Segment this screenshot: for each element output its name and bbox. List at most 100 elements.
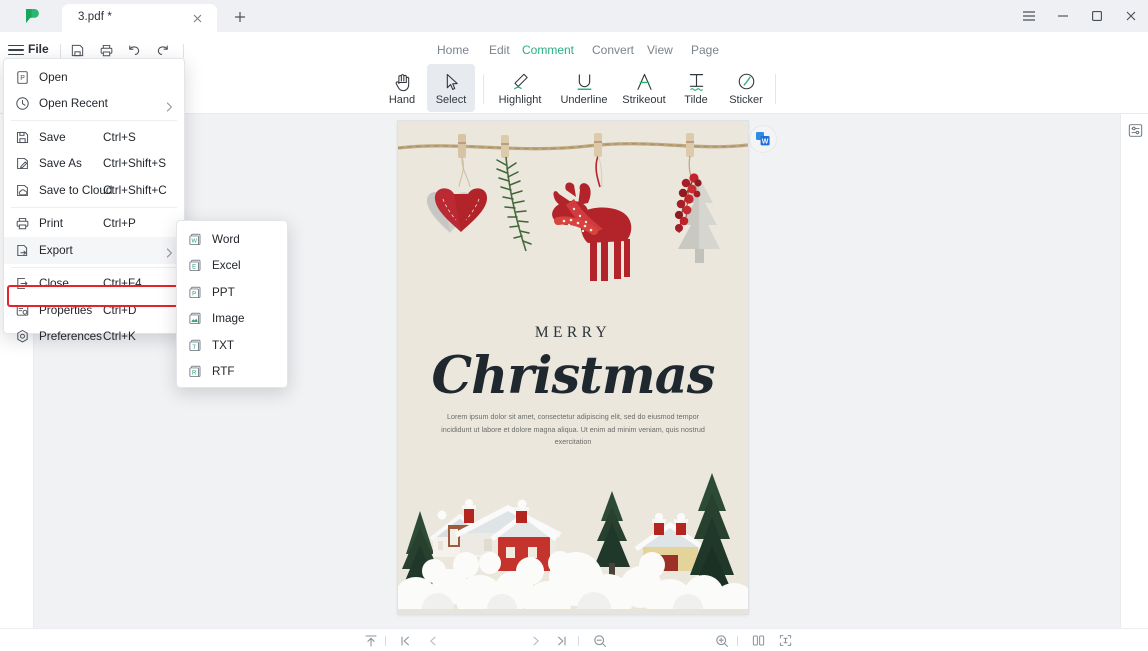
menu-item-label: Close (39, 277, 69, 291)
txt-file-icon: T (187, 337, 204, 354)
prev-page-button[interactable] (425, 632, 441, 649)
export-option-label: Excel (212, 259, 241, 273)
menu-item-label: Open Recent (39, 97, 108, 111)
two-page-view-icon (752, 635, 764, 646)
properties-icon (14, 302, 31, 319)
tab-title: 3.pdf * (78, 11, 112, 23)
window-controls (1012, 0, 1148, 32)
tool-highlight[interactable]: Highlight (496, 64, 544, 112)
menu-item-save-as[interactable]: Save As Ctrl+Shift+S (4, 151, 184, 178)
window-menu-button[interactable] (1012, 0, 1046, 32)
heading-merry: MERRY (534, 324, 612, 341)
new-tab-button[interactable] (230, 7, 250, 27)
divider (775, 74, 776, 104)
menu-item-label: Export (39, 243, 73, 257)
tab-comment[interactable]: Comment (522, 43, 575, 66)
fit-screen-icon (779, 635, 791, 646)
convert-to-word-button[interactable]: W (750, 126, 776, 152)
svg-text:R: R (192, 371, 197, 377)
last-page-button[interactable] (554, 632, 570, 649)
next-page-button[interactable] (528, 632, 544, 649)
tab-page[interactable]: Page (691, 43, 719, 62)
tab-close-icon[interactable] (189, 10, 205, 26)
tool-label: Underline (560, 94, 608, 106)
menu-item-print[interactable]: Print Ctrl+P (4, 211, 184, 238)
menu-item-export[interactable]: Export (4, 237, 184, 264)
zoom-in-icon (716, 634, 728, 647)
cursor-icon (442, 70, 461, 92)
document-tab[interactable]: 3.pdf * (62, 4, 217, 32)
menu-item-shortcut: Ctrl+Shift+C (103, 183, 167, 197)
export-option-txt[interactable]: T TXT (177, 332, 287, 359)
ppt-file-icon: P (187, 284, 204, 301)
tab-home[interactable]: Home (437, 43, 469, 62)
strikeout-icon (634, 70, 655, 92)
menu-item-properties[interactable]: Properties Ctrl+D (4, 297, 184, 324)
menu-item-label: Preferences (39, 330, 103, 344)
file-menu-dropdown[interactable]: P Open Open Recent Save Ctrl+S Save As C… (3, 58, 185, 343)
tab-edit[interactable]: Edit (489, 43, 510, 62)
menu-item-close[interactable]: Close Ctrl+F4 (4, 271, 184, 298)
save-cloud-icon (14, 182, 31, 199)
export-option-rtf[interactable]: R RTF (177, 359, 287, 386)
open-file-icon: P (14, 69, 31, 86)
afirstsoft-logo-icon (26, 9, 39, 23)
menu-item-shortcut: Ctrl+F4 (103, 277, 142, 291)
export-option-label: PPT (212, 285, 235, 299)
menu-item-shortcut: Ctrl+K (103, 330, 136, 344)
menu-item-preferences[interactable]: Preferences Ctrl+K (4, 324, 184, 351)
export-option-word[interactable]: W Word (177, 226, 287, 253)
menu-item-open[interactable]: P Open (4, 64, 184, 91)
tool-select[interactable]: Select (427, 64, 475, 112)
export-option-ppt[interactable]: P PPT (177, 279, 287, 306)
menu-item-open-recent[interactable]: Open Recent (4, 91, 184, 118)
tool-hand[interactable]: Hand (378, 64, 426, 112)
export-option-label: RTF (212, 365, 235, 379)
panel-settings-button[interactable] (1127, 122, 1144, 139)
tool-label: Tilde (684, 94, 708, 106)
snow-village-image (398, 459, 748, 614)
svg-text:P: P (20, 75, 25, 82)
menu-item-label: Save As (39, 157, 82, 171)
tool-strikeout[interactable]: Strikeout (620, 64, 668, 112)
scroll-to-top-button[interactable] (362, 632, 380, 649)
first-page-button[interactable] (397, 632, 413, 649)
close-doc-icon (14, 275, 31, 292)
tool-underline[interactable]: Underline (560, 64, 608, 112)
prev-page-icon (430, 636, 436, 645)
divider (737, 636, 738, 646)
close-window-button[interactable] (1114, 0, 1148, 32)
export-option-excel[interactable]: E Excel (177, 253, 287, 280)
menu-item-save-to-cloud[interactable]: Save to Cloud Ctrl+Shift+C (4, 177, 184, 204)
menu-item-label: Properties (39, 303, 93, 317)
minimize-button[interactable] (1046, 0, 1080, 32)
heading-christmas: Christmas (431, 346, 716, 406)
svg-text:T: T (192, 344, 196, 350)
tool-tilde[interactable]: Tilde (672, 64, 720, 112)
export-submenu[interactable]: W Word E Excel P PPT Image T TXT R RTF (176, 220, 288, 388)
menu-item-label: Open (39, 70, 68, 84)
zoom-in-button[interactable] (713, 632, 731, 649)
rtf-file-icon: R (187, 363, 204, 380)
underline-icon (574, 70, 595, 92)
menu-item-shortcut: Ctrl+S (103, 130, 136, 144)
fit-screen-button[interactable] (777, 632, 793, 649)
maximize-button[interactable] (1080, 0, 1114, 32)
tool-sticker[interactable]: Sticker (722, 64, 770, 112)
pdf-page[interactable]: MERRY Christmas Lorem ipsum dolor sit am… (398, 121, 748, 614)
export-option-image[interactable]: Image (177, 306, 287, 333)
tab-view[interactable]: View (647, 43, 673, 62)
convert-to-word-icon: W (756, 132, 770, 146)
last-page-icon (558, 635, 566, 646)
svg-text:P: P (192, 291, 196, 297)
svg-text:E: E (192, 265, 196, 271)
export-option-label: TXT (212, 338, 235, 352)
zoom-out-button[interactable] (591, 632, 609, 649)
preferences-icon (14, 328, 31, 345)
word-file-icon: W (187, 231, 204, 248)
tab-convert[interactable]: Convert (592, 43, 634, 62)
two-page-view-button[interactable] (750, 632, 766, 649)
menu-item-save[interactable]: Save Ctrl+S (4, 124, 184, 151)
menu-divider (11, 206, 177, 208)
export-icon (14, 242, 31, 259)
